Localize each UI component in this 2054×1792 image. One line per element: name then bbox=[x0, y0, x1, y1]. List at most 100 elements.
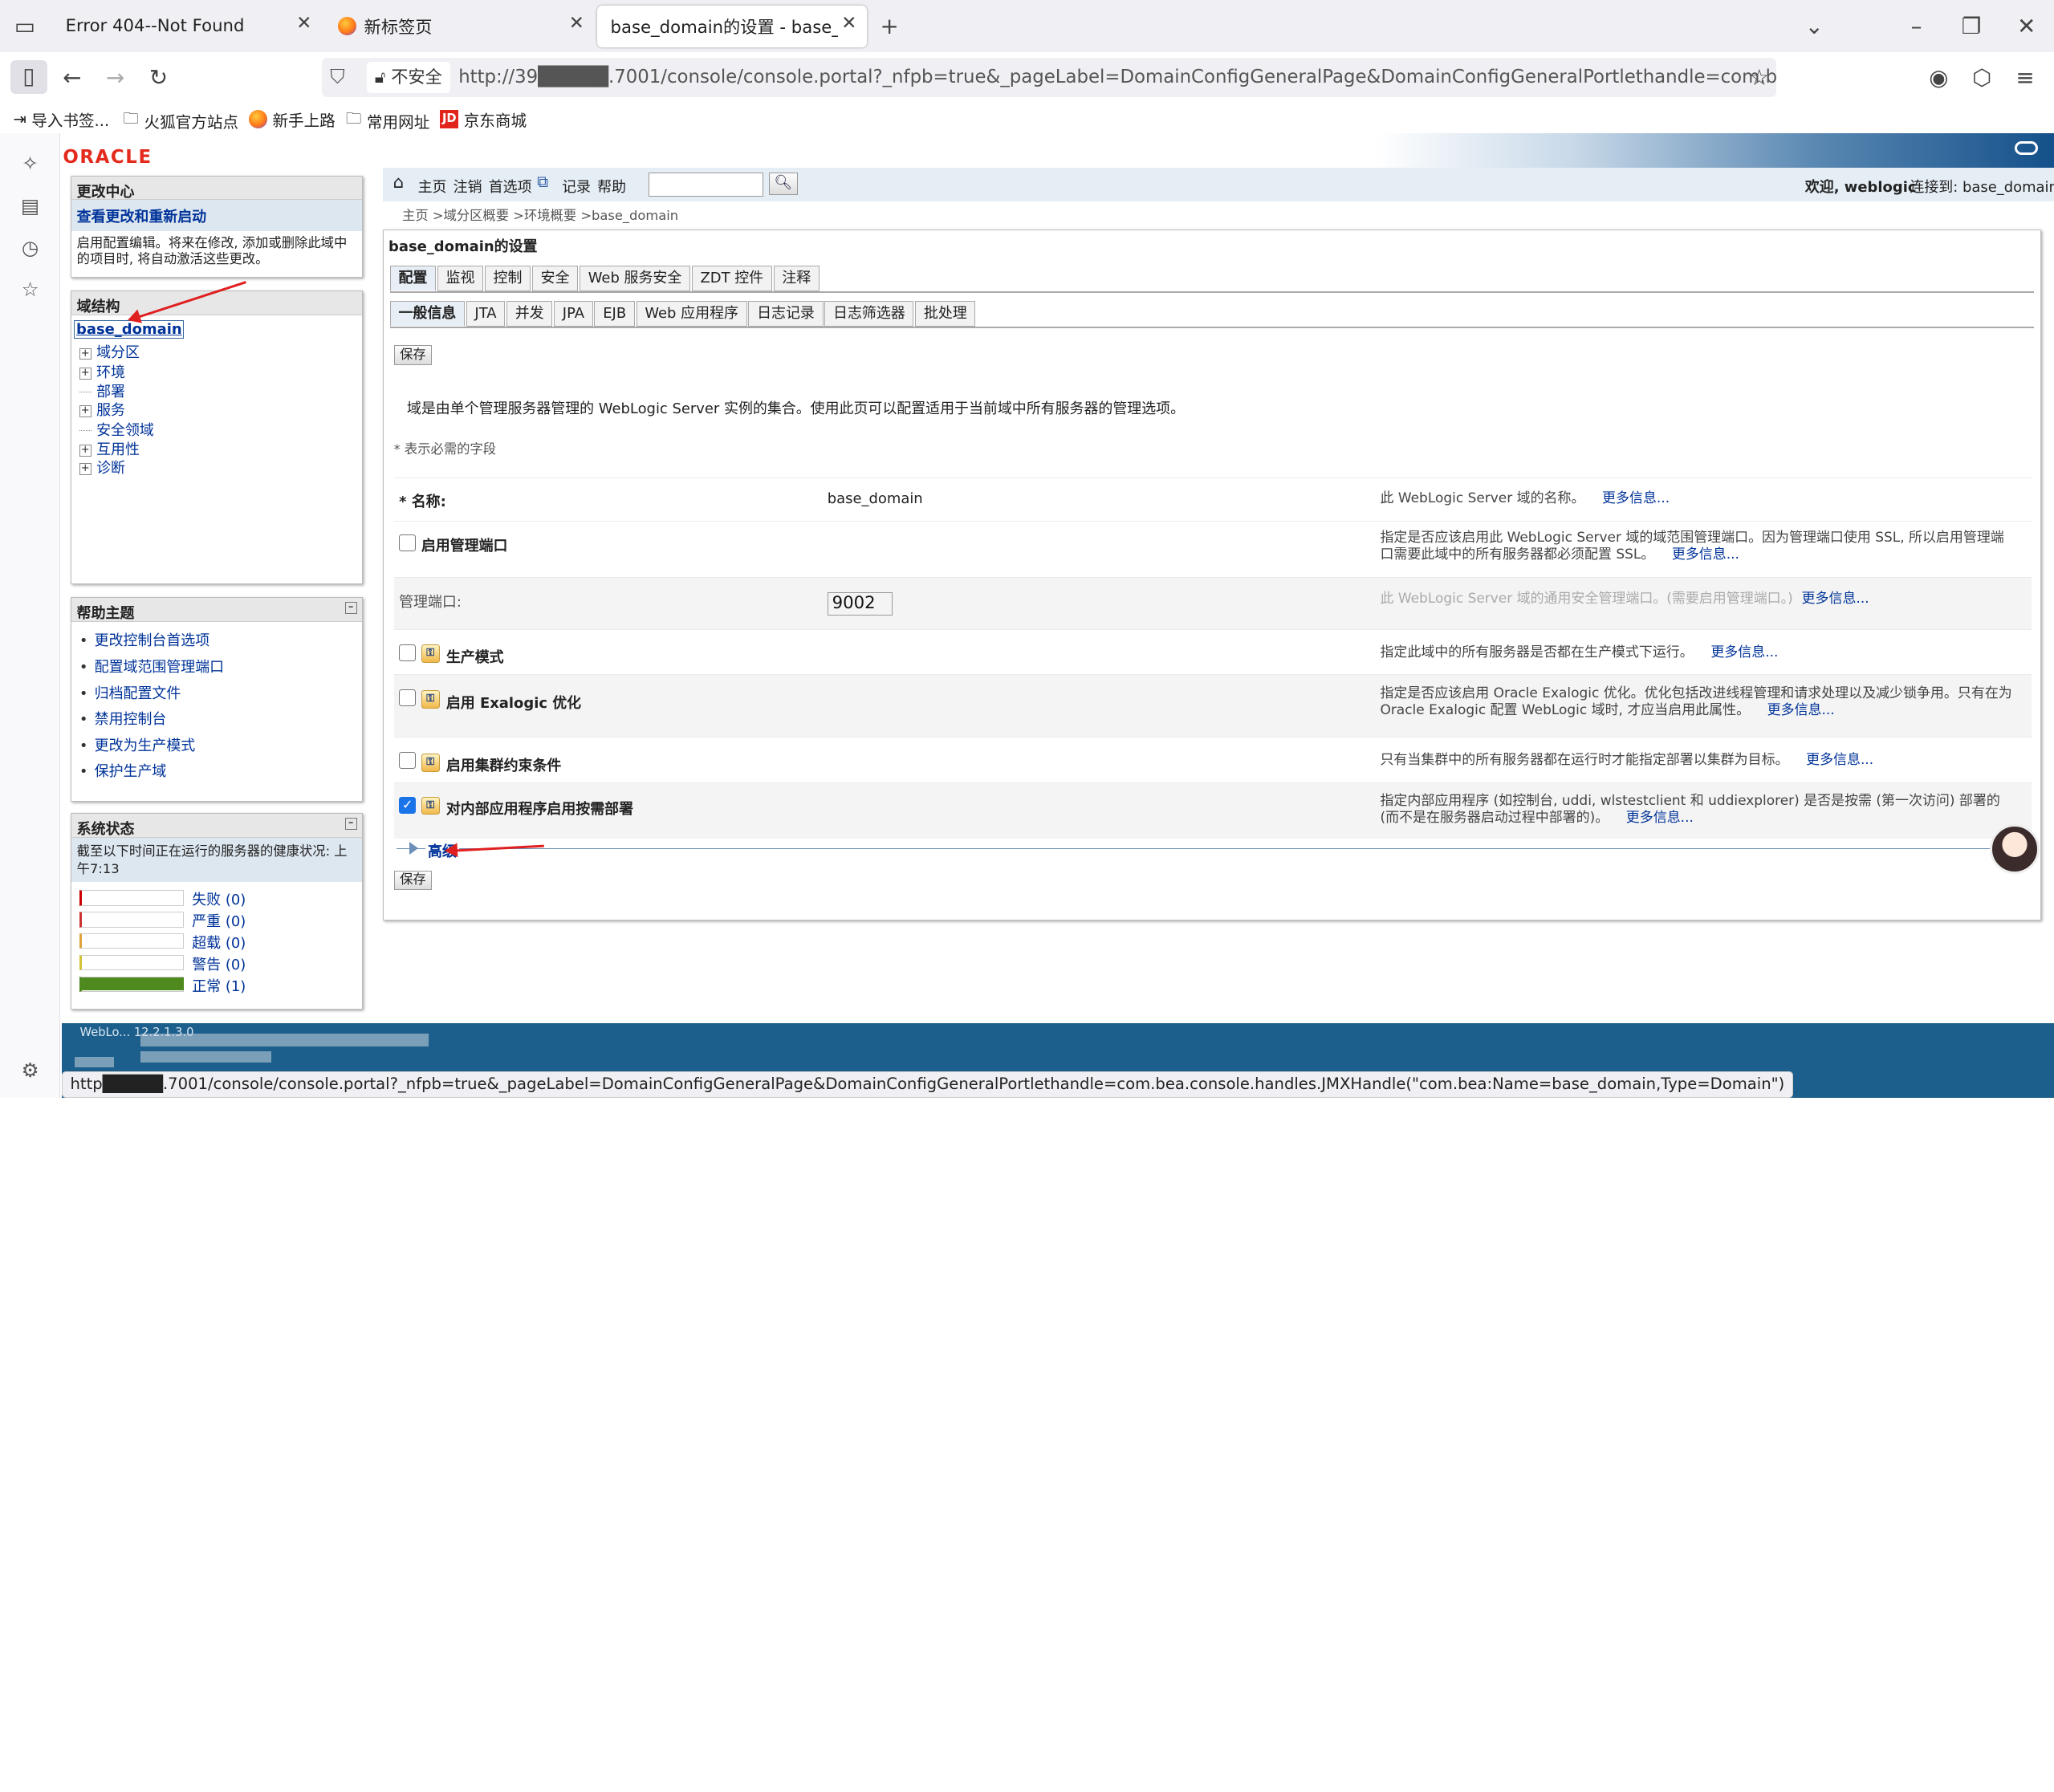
toggle-icon[interactable] bbox=[2015, 141, 2039, 155]
record-link[interactable]: 记录 bbox=[562, 176, 591, 197]
extensions-icon[interactable]: ⬡ bbox=[1965, 62, 1999, 93]
subtab-general[interactable]: 一般信息 bbox=[389, 300, 465, 327]
view-changes-link[interactable]: 查看更改和重新启动 bbox=[71, 200, 363, 232]
tree-node-environment[interactable]: + 环境 bbox=[79, 361, 125, 382]
more-info-link[interactable]: 更多信息... bbox=[1672, 547, 1739, 563]
home-link[interactable]: 主页 bbox=[418, 176, 447, 197]
account-icon[interactable]: ◉ bbox=[1922, 62, 1955, 93]
gear-icon[interactable]: ⚙ bbox=[18, 1059, 42, 1082]
status-label[interactable]: 失败 (0) bbox=[192, 888, 246, 909]
help-link[interactable]: 更改控制台首选项 bbox=[79, 629, 362, 656]
subtab-jta[interactable]: JTA bbox=[466, 300, 506, 327]
more-info-link[interactable]: 更多信息... bbox=[1806, 752, 1873, 768]
record-icon[interactable]: ⧉ bbox=[537, 173, 548, 191]
help-link-top[interactable]: 帮助 bbox=[597, 176, 626, 197]
production-mode-checkbox[interactable] bbox=[399, 644, 417, 662]
bookmark-common-sites[interactable]: 🗀︎ 常用网址 bbox=[346, 108, 429, 134]
tab-list-icon[interactable]: ▭ bbox=[8, 10, 42, 42]
forward-arrow-icon[interactable]: → bbox=[98, 62, 132, 93]
breadcrumb[interactable]: 主页 >域分区概要 >环境概要 >base_domain bbox=[402, 205, 678, 224]
bookmark-getting-started[interactable]: 新手上路 bbox=[249, 108, 336, 131]
expand-icon[interactable]: + bbox=[79, 348, 92, 360]
expand-icon[interactable]: + bbox=[79, 463, 92, 475]
expand-triangle-icon[interactable] bbox=[409, 841, 418, 855]
tab-new-tab[interactable]: 新标签页 ✕ bbox=[325, 6, 595, 47]
tab-web-service-security[interactable]: Web 服务安全 bbox=[579, 265, 691, 292]
bookmarks-icon[interactable]: ☆ bbox=[18, 278, 42, 301]
status-label[interactable]: 超载 (0) bbox=[192, 932, 246, 953]
tree-node-diagnostics[interactable]: + 诊断 bbox=[79, 457, 125, 477]
reload-icon[interactable]: ↻ bbox=[141, 62, 175, 93]
subtab-concurrency[interactable]: 并发 bbox=[506, 300, 553, 327]
save-button-bottom[interactable]: 保存 bbox=[393, 870, 433, 891]
tab-control[interactable]: 控制 bbox=[484, 265, 531, 292]
hamburger-menu-icon[interactable]: ≡ bbox=[2008, 62, 2042, 93]
expand-icon[interactable]: + bbox=[79, 445, 92, 457]
chevron-down-icon[interactable]: ⌄ bbox=[1797, 10, 1831, 42]
tab-base-domain-settings[interactable]: base_domain的设置 - base_doma ✕ bbox=[597, 5, 868, 47]
more-info-link[interactable]: 更多信息... bbox=[1626, 810, 1694, 826]
tab-error-404[interactable]: Error 404--Not Found ✕ bbox=[52, 6, 322, 47]
collapse-icon[interactable]: – bbox=[344, 602, 357, 614]
subtab-log-filters[interactable]: 日志筛选器 bbox=[824, 300, 914, 327]
more-info-link[interactable]: 更多信息... bbox=[1767, 702, 1835, 718]
history-icon[interactable]: ◷ bbox=[18, 236, 42, 259]
window-close-icon[interactable]: ✕ bbox=[2009, 10, 2043, 42]
save-button-top[interactable]: 保存 bbox=[393, 345, 433, 365]
help-link[interactable]: 配置域范围管理端口 bbox=[79, 656, 362, 682]
tree-node-services[interactable]: + 服务 bbox=[79, 399, 125, 420]
help-link[interactable]: 保护生产域 bbox=[79, 760, 362, 786]
admin-port-input[interactable]: 9002 bbox=[827, 591, 893, 616]
tab-configuration[interactable]: 配置 bbox=[389, 265, 437, 292]
tree-node-domain-partitions[interactable]: + 域分区 bbox=[79, 341, 140, 362]
home-icon[interactable]: ⌂ bbox=[393, 173, 404, 193]
tab-monitoring[interactable]: 监视 bbox=[437, 265, 484, 292]
restore-icon[interactable]: ❐ bbox=[1954, 10, 1988, 42]
expand-icon[interactable]: + bbox=[79, 368, 92, 380]
status-label[interactable]: 警告 (0) bbox=[192, 953, 246, 974]
tree-node-security-realms[interactable]: 安全领域 bbox=[79, 419, 154, 440]
help-link[interactable]: 禁用控制台 bbox=[79, 708, 362, 734]
search-icon[interactable]: 🔍︎ bbox=[768, 173, 798, 196]
close-icon[interactable]: ✕ bbox=[569, 13, 584, 34]
advanced-section-toggle[interactable]: 高级 bbox=[396, 840, 2015, 862]
search-input[interactable] bbox=[648, 173, 764, 197]
preferences-link[interactable]: 首选项 bbox=[489, 176, 532, 197]
logout-link[interactable]: 注销 bbox=[454, 176, 482, 197]
more-info-link[interactable]: 更多信息... bbox=[1710, 644, 1778, 660]
more-info-link[interactable]: 更多信息... bbox=[1602, 490, 1670, 506]
exalogic-checkbox[interactable] bbox=[399, 689, 417, 706]
shield-icon[interactable]: ⛉ bbox=[330, 58, 344, 97]
star-icon[interactable]: ☆ bbox=[1743, 62, 1776, 93]
admin-port-enabled-checkbox[interactable] bbox=[399, 534, 417, 552]
back-arrow-icon[interactable]: ← bbox=[55, 62, 89, 93]
assistant-avatar[interactable] bbox=[1990, 823, 2040, 874]
help-link[interactable]: 归档配置文件 bbox=[79, 682, 362, 709]
subtab-web-applications[interactable]: Web 应用程序 bbox=[636, 300, 747, 327]
more-info-link[interactable]: 更多信息... bbox=[1802, 591, 1869, 607]
minimize-icon[interactable]: – bbox=[1899, 10, 1933, 42]
tab-notes[interactable]: 注释 bbox=[773, 265, 820, 292]
bookmark-firefox-official[interactable]: 🗀︎ 火狐官方站点 bbox=[123, 108, 238, 134]
status-label[interactable]: 严重 (0) bbox=[192, 910, 246, 931]
close-icon[interactable]: ✕ bbox=[296, 13, 311, 34]
subtab-jpa[interactable]: JPA bbox=[554, 300, 593, 327]
url-bar[interactable]: ⛉ 🔓︎ 不安全 http://39█████.7001/console/con… bbox=[322, 57, 1776, 97]
subtab-logging[interactable]: 日志记录 bbox=[748, 300, 824, 327]
insecure-badge[interactable]: 🔓︎ 不安全 bbox=[366, 61, 450, 93]
tab-zdt-control[interactable]: ZDT 控件 bbox=[691, 265, 772, 292]
synced-tabs-icon[interactable]: ▤ bbox=[18, 194, 42, 217]
collapse-icon[interactable]: – bbox=[344, 818, 357, 831]
close-icon[interactable]: ✕ bbox=[841, 13, 856, 34]
tab-security[interactable]: 安全 bbox=[531, 265, 579, 292]
on-demand-deploy-checkbox[interactable]: ✓ bbox=[399, 796, 417, 814]
new-tab-plus-icon[interactable]: + bbox=[872, 10, 906, 42]
help-link[interactable]: 更改为生产模式 bbox=[79, 734, 362, 761]
bookmark-jd[interactable]: JD 京东商城 bbox=[440, 108, 527, 131]
subtab-batch[interactable]: 批处理 bbox=[915, 300, 976, 327]
cluster-constraints-checkbox[interactable] bbox=[399, 752, 417, 770]
bookmark-import[interactable]: ⇥ 导入书签... bbox=[13, 108, 109, 131]
ai-sparkle-icon[interactable]: ✧ bbox=[18, 152, 42, 175]
expand-icon[interactable]: + bbox=[79, 405, 92, 418]
sidebar-toggle-icon[interactable]: ▯ bbox=[10, 60, 47, 95]
